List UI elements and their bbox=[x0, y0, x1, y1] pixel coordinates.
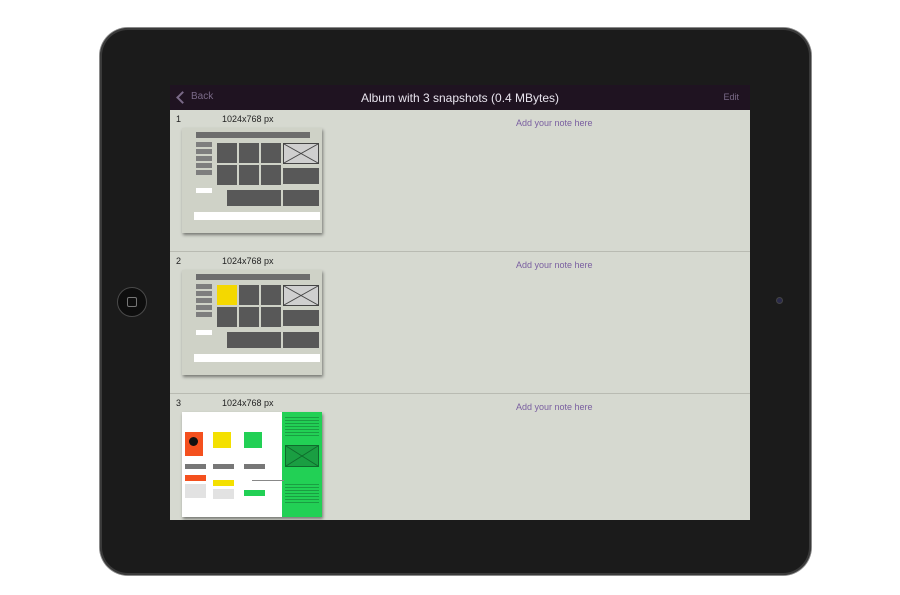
clock-icon bbox=[189, 437, 198, 446]
thumb-tile bbox=[261, 307, 281, 327]
thumb-connector-line bbox=[252, 480, 284, 481]
thumb-sidebar-button bbox=[196, 298, 212, 303]
thumb-menu-bar bbox=[196, 274, 310, 280]
snapshot-row[interactable]: 3 1024x768 px Add your note here bbox=[170, 394, 750, 520]
snapshot-index: 2 bbox=[176, 256, 182, 266]
thumb-tile bbox=[261, 143, 281, 163]
thumb-bar bbox=[185, 475, 206, 481]
thumb-login-box bbox=[196, 330, 212, 335]
camera-icon bbox=[776, 297, 783, 304]
thumb-bar bbox=[213, 464, 234, 469]
thumb-menu-bar bbox=[196, 132, 310, 138]
thumb-tile bbox=[217, 307, 237, 327]
thumb-bar bbox=[244, 490, 265, 496]
snapshot-row[interactable]: 2 1024x768 px Add your note here bbox=[170, 252, 750, 394]
thumb-green-card bbox=[244, 432, 262, 448]
snapshot-thumbnail[interactable] bbox=[182, 412, 322, 517]
album-screen: Back Album with 3 snapshots (0.4 MBytes)… bbox=[170, 85, 750, 520]
thumb-sidebar-button bbox=[196, 149, 212, 154]
thumb-tile bbox=[261, 165, 281, 185]
thumb-tile bbox=[239, 143, 259, 163]
snapshot-dimensions: 1024x768 px bbox=[222, 398, 274, 408]
thumb-sidebar-button bbox=[196, 305, 212, 310]
thumb-bar bbox=[185, 484, 206, 498]
thumb-text-block bbox=[283, 310, 319, 326]
thumb-footer-bar bbox=[194, 354, 320, 362]
snapshot-index: 3 bbox=[176, 398, 182, 408]
thumb-tile-highlighted bbox=[217, 285, 237, 305]
thumb-tile bbox=[239, 285, 259, 305]
snapshot-note-field[interactable]: Add your note here bbox=[516, 118, 593, 128]
thumb-tile bbox=[217, 165, 237, 185]
thumb-sidebar-button bbox=[196, 284, 212, 289]
thumb-sidebar-button bbox=[196, 142, 212, 147]
thumb-green-list bbox=[285, 415, 319, 437]
thumb-yellow-card bbox=[213, 432, 231, 448]
thumb-bar bbox=[185, 464, 206, 469]
thumb-sidebar-button bbox=[196, 163, 212, 168]
thumb-list-block bbox=[227, 332, 281, 348]
thumb-bar bbox=[213, 489, 234, 499]
thumb-sidebar-button bbox=[196, 291, 212, 296]
edit-button[interactable]: Edit bbox=[723, 92, 739, 102]
thumb-image-placeholder bbox=[283, 143, 319, 164]
thumb-sidebar-button bbox=[196, 312, 212, 317]
page-title: Album with 3 snapshots (0.4 MBytes) bbox=[360, 91, 560, 105]
snapshot-dimensions: 1024x768 px bbox=[222, 114, 274, 124]
thumb-bar bbox=[244, 464, 265, 469]
thumb-image-placeholder bbox=[285, 445, 319, 467]
thumb-tile bbox=[261, 285, 281, 305]
thumb-sidebar-button bbox=[196, 156, 212, 161]
home-button-icon[interactable] bbox=[117, 287, 147, 317]
thumb-text-block bbox=[283, 332, 319, 348]
snapshot-index: 1 bbox=[176, 114, 182, 124]
thumb-sidebar-button bbox=[196, 170, 212, 175]
thumb-green-list bbox=[285, 482, 319, 504]
navigation-bar: Back Album with 3 snapshots (0.4 MBytes)… bbox=[170, 85, 750, 110]
thumb-bar bbox=[213, 480, 234, 486]
thumb-list-block bbox=[227, 190, 281, 206]
thumb-tile bbox=[239, 165, 259, 185]
thumb-tile bbox=[239, 307, 259, 327]
snapshot-row[interactable]: 1 1024x768 px Add your note here bbox=[170, 110, 750, 252]
snapshot-note-field[interactable]: Add your note here bbox=[516, 402, 593, 412]
snapshot-dimensions: 1024x768 px bbox=[222, 256, 274, 266]
thumb-tile bbox=[217, 143, 237, 163]
snapshot-note-field[interactable]: Add your note here bbox=[516, 260, 593, 270]
snapshot-thumbnail[interactable] bbox=[182, 128, 322, 233]
thumb-footer-bar bbox=[194, 212, 320, 220]
thumb-text-block bbox=[283, 190, 319, 206]
thumb-text-block bbox=[283, 168, 319, 184]
snapshot-thumbnail[interactable] bbox=[182, 270, 322, 375]
thumb-image-placeholder bbox=[283, 285, 319, 306]
thumb-login-box bbox=[196, 188, 212, 193]
